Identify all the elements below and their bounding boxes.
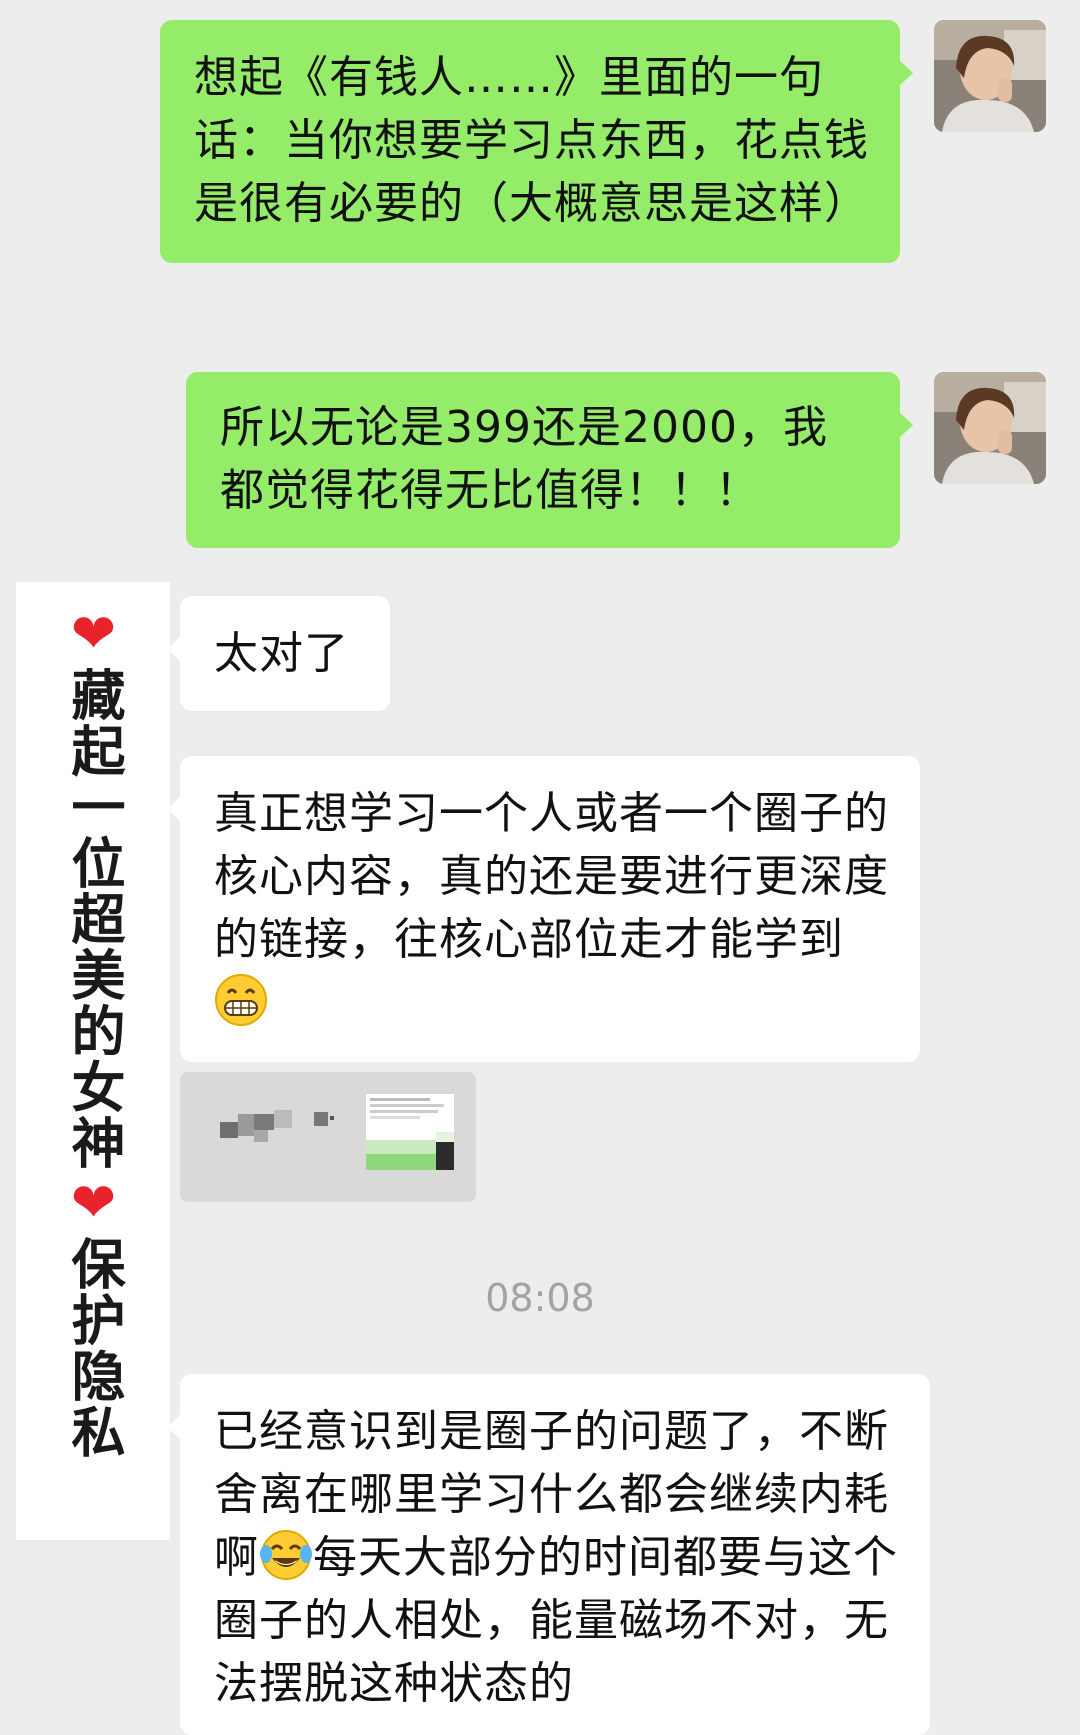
heart-icon: ❤	[62, 1171, 125, 1236]
shared-image-card[interactable]	[180, 1072, 476, 1202]
avatar[interactable]	[934, 372, 1046, 484]
message-text: 太对了	[214, 628, 349, 679]
grin-emoji-icon	[215, 974, 267, 1026]
message-text: 所以无论是399还是2000，我都觉得花得无比值得！！！	[220, 402, 828, 516]
message-text: 真正想学习一个人或者一个圈子的核心内容，真的还是要进行更深度的链接，往核心部位走…	[214, 788, 889, 965]
chat-timestamp: 08:08	[485, 1276, 595, 1320]
message-bubble-incoming[interactable]: 已经意识到是圈子的问题了，不断舍离在哪里学习什么都会继续内耗啊 每天大部分的时间…	[167, 1374, 930, 1735]
privacy-banner-line2: 保护隐私	[62, 1236, 125, 1460]
message-text: 想起《有钱人……》里面的一句话：当你想要学习点东西，花点钱是很有必要的（大概意思…	[194, 52, 869, 229]
message-bubble-incoming[interactable]: 太对了	[167, 596, 390, 711]
chat-window: 想起《有钱人……》里面的一句话：当你想要学习点东西，花点钱是很有必要的（大概意思…	[0, 0, 1080, 1735]
user-avatar-image	[934, 372, 1046, 484]
heart-icon: ❤	[62, 602, 125, 667]
message-bubble-outgoing[interactable]: 想起《有钱人……》里面的一句话：当你想要学习点东西，花点钱是很有必要的（大概意思…	[160, 20, 913, 263]
privacy-banner-text: ❤藏起一位超美的女神❤保护隐私	[16, 602, 170, 1460]
message-bubble-incoming[interactable]: 真正想学习一个人或者一个圈子的核心内容，真的还是要进行更深度的链接，往核心部位走…	[167, 756, 920, 1062]
privacy-banner-line1: 藏起一位超美的女神	[62, 667, 125, 1171]
privacy-banner: ❤藏起一位超美的女神❤保护隐私	[16, 582, 170, 1540]
message-bubble-outgoing[interactable]: 所以无论是399还是2000，我都觉得花得无比值得！！！	[186, 372, 913, 548]
blurred-shared-image	[220, 1094, 454, 1170]
tears-of-joy-emoji-icon	[260, 1530, 312, 1580]
message-text-continued: 每天大部分的时间都要与这个圈子的人相处，能量磁场不对，无法摆脱这种状态的	[214, 1532, 898, 1709]
avatar[interactable]	[934, 20, 1046, 132]
user-avatar-image	[934, 20, 1046, 132]
